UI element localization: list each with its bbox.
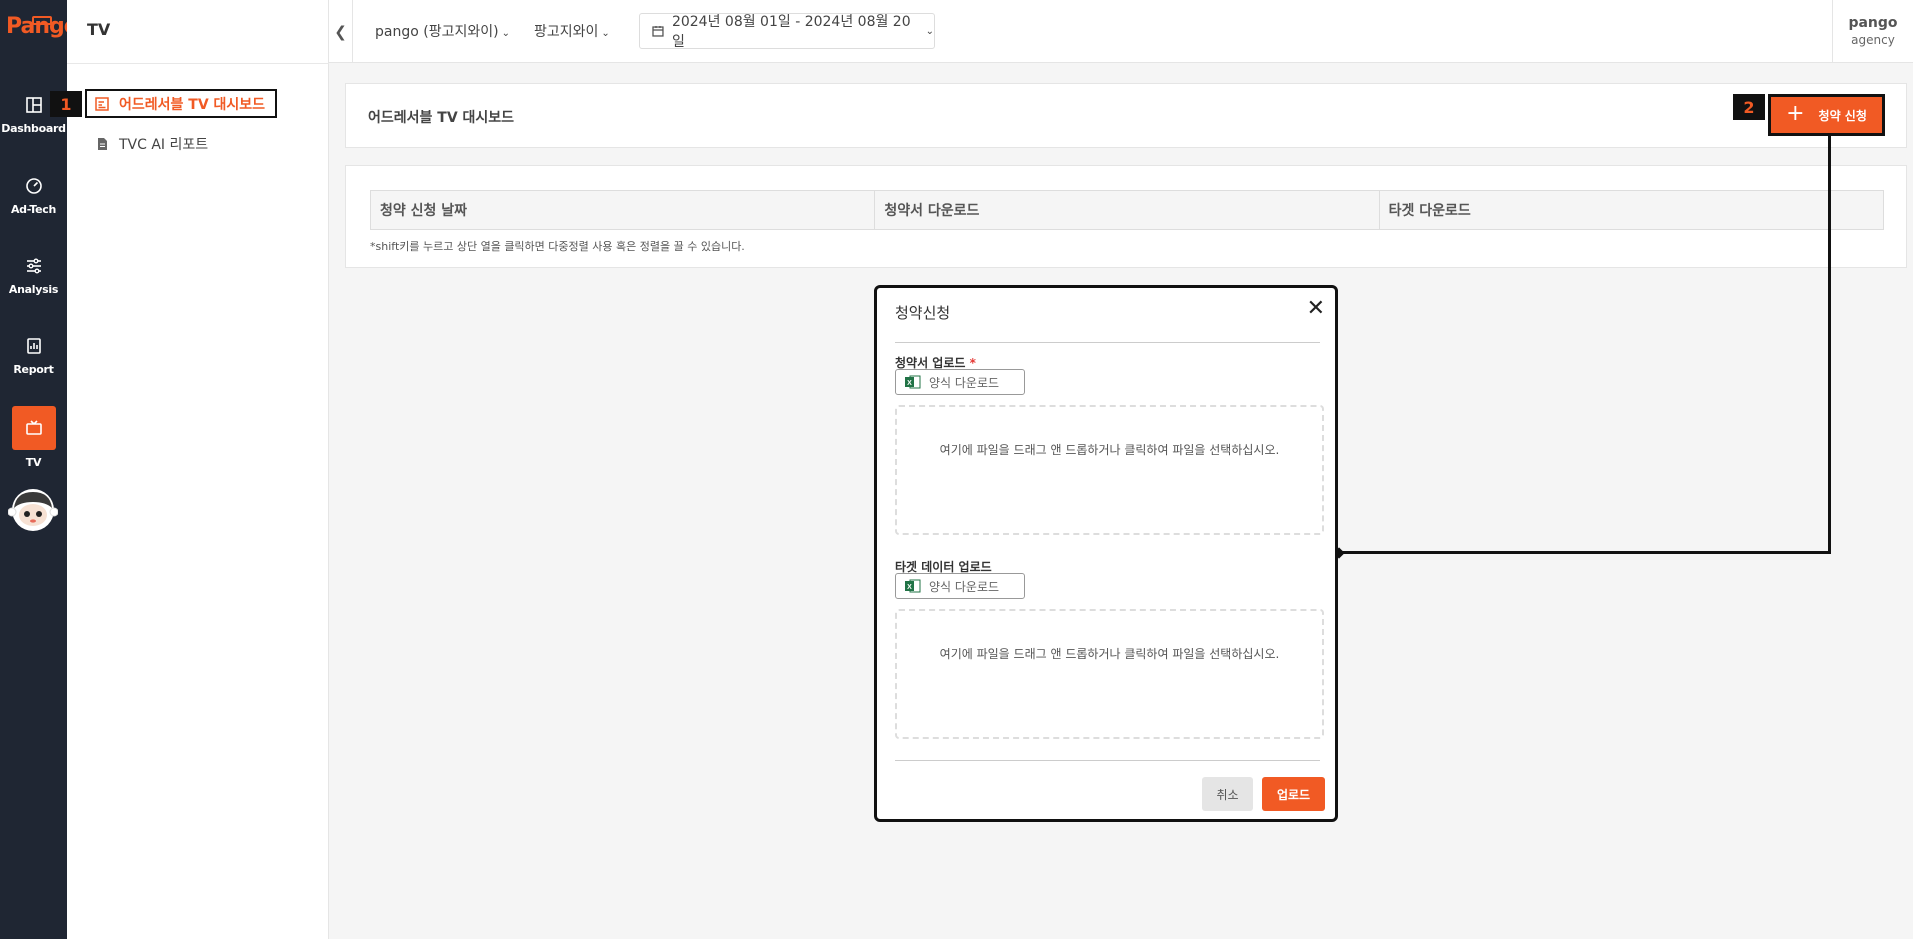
plus-icon: + xyxy=(1786,101,1805,126)
upload-button[interactable]: 업로드 xyxy=(1262,777,1325,811)
submenu-divider xyxy=(67,63,329,64)
advertiser-dropdown[interactable]: 팡고지와이 ⌄ xyxy=(534,21,610,41)
contract-upload-label-text: 청약서 업로드 xyxy=(895,356,966,370)
modal-title: 청약신청 xyxy=(895,304,951,322)
column-header-apply-date[interactable]: 청약 신청 날짜 xyxy=(371,191,876,229)
mascot-avatar[interactable] xyxy=(8,488,58,532)
page-header-card: 어드레서블 TV 대시보드 xyxy=(345,83,1907,148)
submenu-item-label: TVC AI 리포트 xyxy=(119,137,209,153)
left-rail: Pango Dashboard Ad-Tech Analysis Report … xyxy=(0,0,79,939)
report-icon xyxy=(26,338,41,354)
dropzone-text: 여기에 파일을 드래그 앤 드롭하거나 클릭하여 파일을 선택하십시오. xyxy=(939,647,1280,661)
dashboard-icon xyxy=(25,97,42,113)
logo-tv-mark xyxy=(32,16,52,25)
target-template-download-button[interactable]: X 양식 다운로드 xyxy=(895,573,1025,599)
account-dropdown-value: pango (팡고지와이) xyxy=(375,24,499,40)
dropzone-text: 여기에 파일을 드래그 앤 드롭하거나 클릭하여 파일을 선택하십시오. xyxy=(939,443,1280,457)
sliders-icon xyxy=(26,258,41,274)
date-range-picker[interactable]: 2024년 08월 01일 - 2024년 08월 20일 ⌄ xyxy=(639,13,935,50)
close-icon[interactable]: ✕ xyxy=(1307,296,1325,321)
subscription-table-card: 청약 신청 날짜 청약서 다운로드 타겟 다운로드 *shift키를 누르고 상… xyxy=(345,165,1907,268)
excel-icon: X xyxy=(905,579,921,593)
submenu-item-tvc-ai-report[interactable]: TVC AI 리포트 xyxy=(95,130,208,158)
column-header-contract-download[interactable]: 청약서 다운로드 xyxy=(875,191,1380,229)
page-title: 어드레서블 TV 대시보드 xyxy=(368,110,515,126)
table-header: 청약 신청 날짜 청약서 다운로드 타겟 다운로드 xyxy=(370,190,1884,230)
apply-subscription-button[interactable]: + 청약 신청 xyxy=(1768,94,1885,136)
tv-active-box xyxy=(11,406,56,450)
submenu-item-label: 어드레서블 TV 대시보드 xyxy=(119,96,266,113)
contract-file-dropzone[interactable]: 여기에 파일을 드래그 앤 드롭하거나 클릭하여 파일을 선택하십시오. xyxy=(895,405,1324,535)
rail-item-label: TV xyxy=(25,456,42,469)
tv-icon xyxy=(25,420,42,435)
user-menu[interactable]: pango agency xyxy=(1832,0,1913,63)
rail-item-label: Report xyxy=(13,363,54,376)
download-template-label: 양식 다운로드 xyxy=(929,375,1000,390)
svg-text:X: X xyxy=(907,380,912,387)
apply-subscription-modal: 청약신청 ✕ 청약서 업로드 * X 양식 다운로드 여기에 파일을 드래그 앤… xyxy=(874,285,1338,822)
user-role: agency xyxy=(1851,33,1895,47)
target-file-dropzone[interactable]: 여기에 파일을 드래그 앤 드롭하거나 클릭하여 파일을 선택하십시오. xyxy=(895,609,1324,739)
gauge-icon xyxy=(25,178,42,194)
user-name: pango xyxy=(1848,15,1898,31)
chevron-down-icon: ⌄ xyxy=(501,28,510,39)
apply-subscription-label: 청약 신청 xyxy=(1818,108,1867,123)
modal-divider-top xyxy=(895,342,1320,343)
document-icon xyxy=(98,138,107,150)
rail-item-report[interactable]: Report xyxy=(0,337,67,403)
chevron-left-icon: ❮ xyxy=(334,22,347,41)
rail-item-analysis[interactable]: Analysis xyxy=(0,257,67,323)
contract-template-download-button[interactable]: X 양식 다운로드 xyxy=(895,369,1025,395)
pango-logo[interactable]: Pango xyxy=(4,14,79,46)
submenu-title: TV xyxy=(87,20,111,39)
svg-text:X: X xyxy=(907,584,912,591)
date-range-value: 2024년 08월 01일 - 2024년 08월 20일 xyxy=(671,14,911,50)
rail-item-label: Dashboard xyxy=(1,122,66,135)
required-mark: * xyxy=(969,356,976,370)
rail-item-label: Ad-Tech xyxy=(10,203,57,216)
top-bar: ❮ pango (팡고지와이) ⌄ 팡고지와이 ⌄ 2024년 08월 01일 - … xyxy=(329,0,1913,63)
rail-item-label: Analysis xyxy=(8,283,59,296)
connector-line-vertical xyxy=(1828,136,1831,554)
rail-item-tv[interactable]: TV xyxy=(0,406,67,472)
excel-icon: X xyxy=(905,375,921,389)
collapse-sidebar-button[interactable]: ❮ xyxy=(329,0,353,63)
chevron-down-icon: ⌄ xyxy=(925,25,934,37)
advertiser-dropdown-value: 팡고지와이 xyxy=(534,24,599,40)
annotation-badge-2: 2 xyxy=(1733,94,1765,120)
column-header-target-download[interactable]: 타겟 다운로드 xyxy=(1380,191,1883,229)
calendar-icon xyxy=(652,26,664,37)
annotation-badge-1: 1 xyxy=(50,91,82,117)
rail-item-ad-tech[interactable]: Ad-Tech xyxy=(0,177,67,243)
connector-line-horizontal xyxy=(1338,551,1831,554)
submenu-panel: TV 어드레서블 TV 대시보드 TVC AI 리포트 xyxy=(67,0,329,939)
chevron-down-icon: ⌄ xyxy=(601,28,610,39)
account-dropdown[interactable]: pango (팡고지와이) ⌄ xyxy=(375,21,510,41)
sort-hint-note: *shift키를 누르고 상단 열을 클릭하면 다중정렬 사용 혹은 정렬을 끌… xyxy=(370,240,745,253)
submenu-item-addressable-tv-dashboard[interactable]: 어드레서블 TV 대시보드 xyxy=(85,89,277,118)
cancel-button[interactable]: 취소 xyxy=(1202,777,1253,811)
chart-icon xyxy=(95,96,109,111)
modal-divider-bottom xyxy=(895,760,1320,761)
download-template-label: 양식 다운로드 xyxy=(929,579,1000,594)
